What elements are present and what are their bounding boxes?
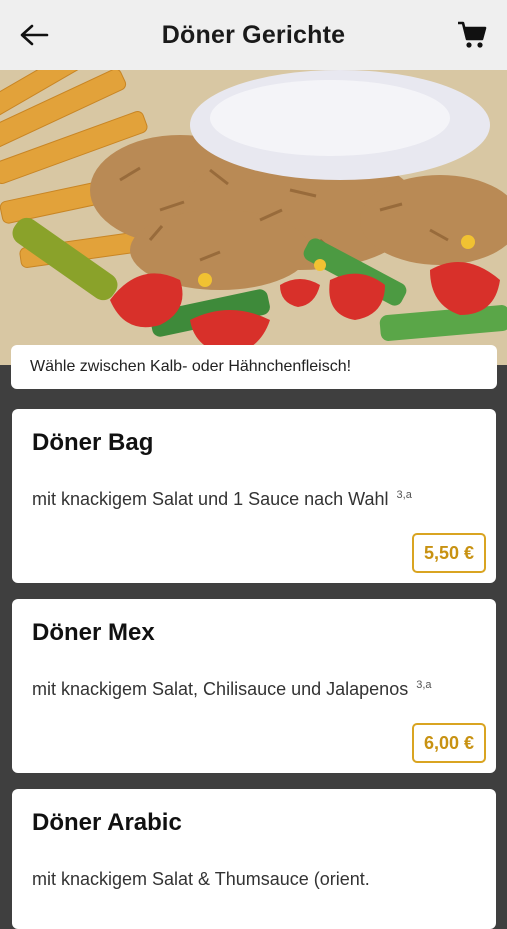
menu-item-name: Döner Mex xyxy=(32,619,155,646)
allergen-note: 3,a xyxy=(396,489,412,501)
arrow-left-icon xyxy=(20,24,49,46)
menu-item-description: mit knackigem Salat & Thumsauce (orient. xyxy=(32,864,476,894)
shopping-cart-icon xyxy=(458,21,487,48)
menu-item-name: Döner Bag xyxy=(32,429,154,456)
menu-item-description: mit knackigem Salat und 1 Sauce nach Wah… xyxy=(32,484,476,514)
back-button[interactable] xyxy=(16,19,52,51)
description-text: mit knackigem Salat & Thumsauce (orient. xyxy=(32,869,370,889)
meat-choice-hint: Wähle zwischen Kalb- oder Hähnchenfleisc… xyxy=(11,345,497,389)
allergen-note: 3,a xyxy=(416,679,432,691)
description-text: mit knackigem Salat und 1 Sauce nach Wah… xyxy=(32,489,389,509)
menu-item-card[interactable]: Döner Mex mit knackigem Salat, Chilisauc… xyxy=(12,599,496,773)
description-text: mit knackigem Salat, Chilisauce und Jala… xyxy=(32,679,409,699)
menu-item-card[interactable]: Döner Arabic mit knackigem Salat & Thums… xyxy=(12,789,496,929)
app-header: Döner Gerichte xyxy=(0,0,507,70)
hint-text: Wähle zwischen Kalb- oder Hähnchenfleisc… xyxy=(30,358,352,375)
page-title: Döner Gerichte xyxy=(161,20,346,49)
cart-button[interactable] xyxy=(455,18,489,52)
menu-item-description: mit knackigem Salat, Chilisauce und Jala… xyxy=(32,674,476,704)
price-button[interactable]: 6,00 € xyxy=(411,723,486,763)
hero-food-image xyxy=(0,70,507,365)
menu-item-card[interactable]: Döner Bag mit knackigem Salat und 1 Sauc… xyxy=(12,409,496,583)
price-button[interactable]: 5,50 € xyxy=(411,533,486,573)
menu-item-name: Döner Arabic xyxy=(32,809,182,836)
